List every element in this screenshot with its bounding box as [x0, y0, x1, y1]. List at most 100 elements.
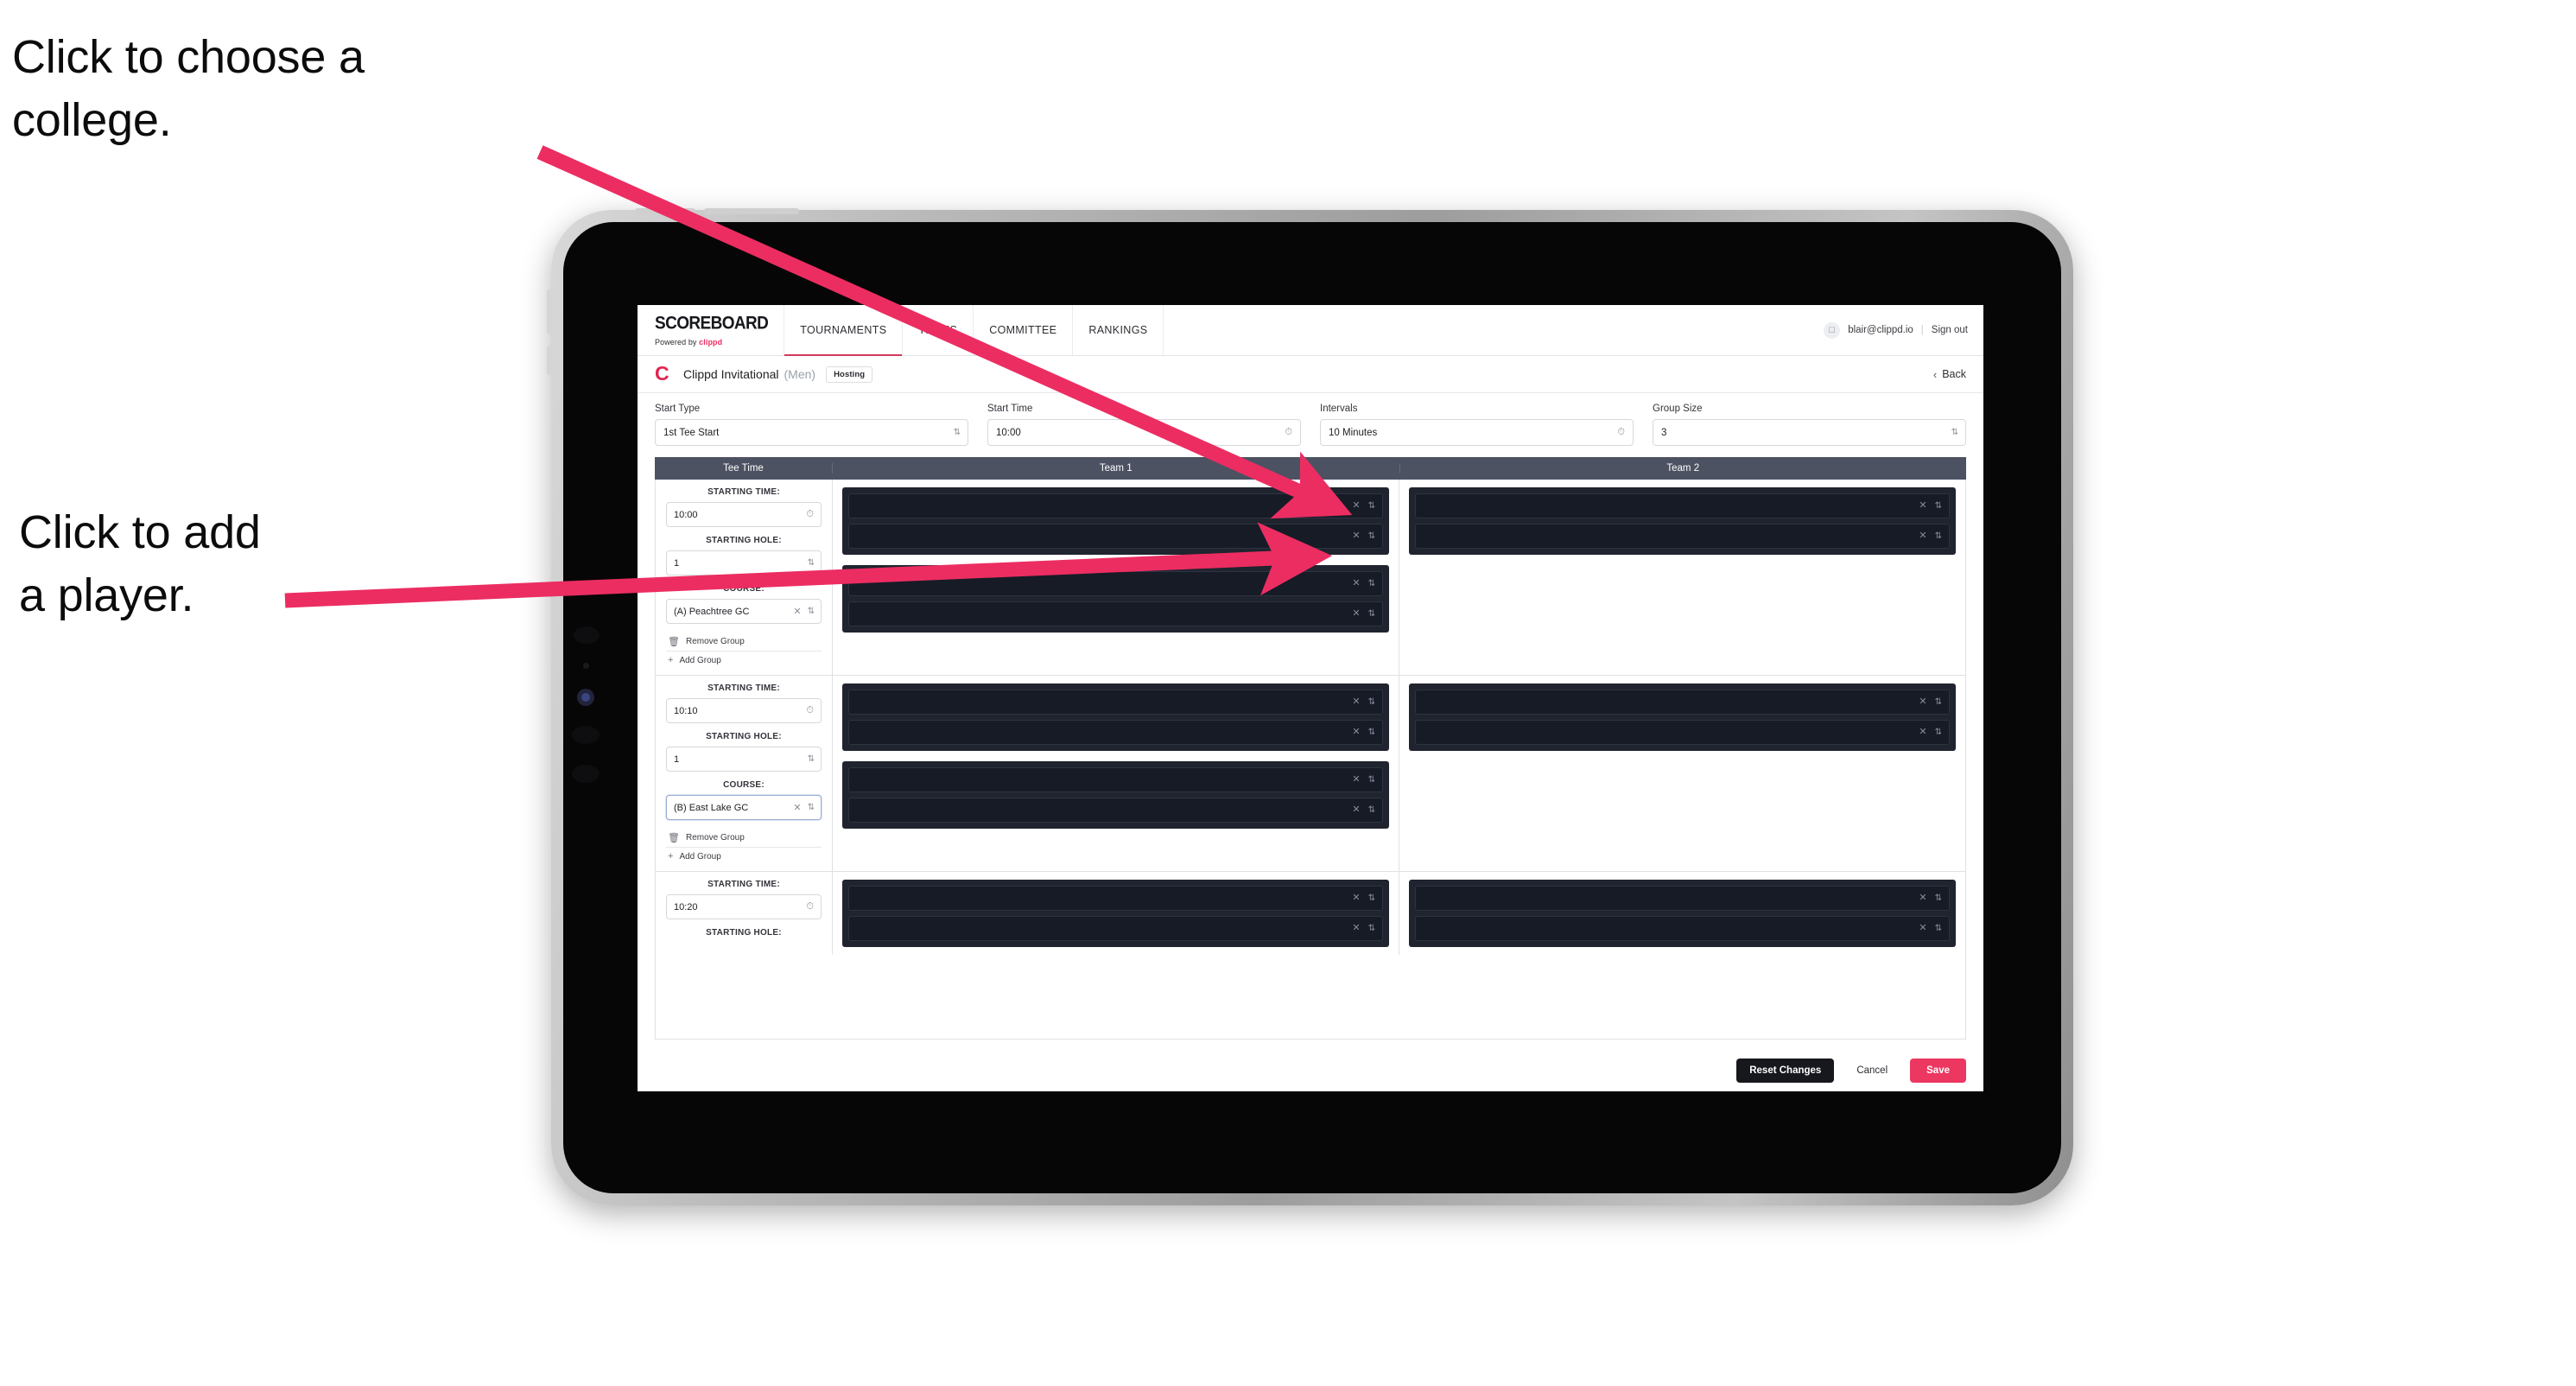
tee-time-cell: STARTING TIME: 10:00 ⏱ STARTING HOLE: 1 …: [656, 480, 833, 675]
group-size-value: 3: [1661, 427, 1667, 438]
stepper-icon[interactable]: ⇅: [1368, 924, 1375, 933]
back-button[interactable]: ‹ Back: [1933, 368, 1966, 381]
stepper-icon[interactable]: ⇅: [1368, 501, 1375, 511]
stepper-icon[interactable]: ⇅: [1935, 697, 1942, 707]
player-slot[interactable]: ✕ ⇅: [848, 524, 1383, 549]
player-slot[interactable]: ✕ ⇅: [848, 798, 1383, 823]
clear-x-icon[interactable]: ✕: [1919, 697, 1926, 707]
stepper-icon[interactable]: ⇅: [1368, 609, 1375, 619]
clear-x-icon[interactable]: ✕: [793, 802, 801, 813]
starting-time-input[interactable]: 10:00 ⏱: [666, 502, 822, 527]
start-type-select[interactable]: 1st Tee Start ⇅: [655, 419, 968, 446]
stepper-icon[interactable]: ⇅: [1368, 697, 1375, 707]
stepper-icon[interactable]: ⇅: [1368, 531, 1375, 541]
stepper-icon[interactable]: ⇅: [1951, 428, 1958, 437]
remove-group-button[interactable]: 🗑 Remove Group: [666, 829, 822, 848]
stepper-icon[interactable]: ⇅: [1935, 501, 1942, 511]
clock-icon[interactable]: ⏱: [806, 902, 814, 912]
brand-logo[interactable]: SCOREBOARD Powered by clippd: [638, 305, 785, 355]
player-slot[interactable]: ✕ ⇅: [1415, 886, 1950, 911]
clock-icon[interactable]: ⏱: [806, 706, 814, 715]
clear-x-icon[interactable]: ✕: [1919, 924, 1926, 933]
stepper-icon[interactable]: ⇅: [808, 558, 815, 568]
group-size-select[interactable]: 3 ⇅: [1653, 419, 1966, 446]
cancel-button[interactable]: Cancel: [1848, 1059, 1896, 1083]
clear-x-icon[interactable]: ✕: [793, 606, 801, 617]
tablet-volume-up-button: [547, 289, 553, 334]
nav-tab-teams[interactable]: TEAMS: [903, 305, 974, 355]
player-slot[interactable]: ✕ ⇅: [1415, 690, 1950, 715]
clear-x-icon[interactable]: ✕: [1352, 805, 1360, 815]
add-group-label: Add Group: [679, 851, 721, 861]
clear-x-icon[interactable]: ✕: [1352, 501, 1360, 511]
player-slot[interactable]: ✕ ⇅: [848, 571, 1383, 596]
starting-time-input[interactable]: 10:20 ⏱: [666, 894, 822, 919]
clear-x-icon[interactable]: ✕: [1352, 697, 1360, 707]
clock-icon[interactable]: ⏱: [1285, 428, 1292, 437]
clear-x-icon[interactable]: ✕: [1352, 579, 1360, 588]
stepper-icon[interactable]: ⇅: [1368, 893, 1375, 903]
stepper-icon[interactable]: ⇅: [954, 428, 961, 437]
annotation-choose-college: Click to choose a college.: [12, 31, 365, 146]
starting-time-value: 10:00: [674, 509, 698, 520]
nav-tab-committee[interactable]: COMMITTEE: [974, 305, 1074, 355]
clear-x-icon[interactable]: ✕: [1919, 728, 1926, 737]
player-slot[interactable]: ✕ ⇅: [848, 493, 1383, 518]
field-intervals: Intervals 10 Minutes ⏱: [1320, 404, 1634, 446]
clear-x-icon[interactable]: ✕: [1352, 893, 1360, 903]
stepper-icon[interactable]: ⇅: [1935, 728, 1942, 737]
user-avatar-icon[interactable]: ☐: [1824, 321, 1841, 339]
clock-icon[interactable]: ⏱: [806, 510, 814, 519]
stepper-icon[interactable]: ⇅: [1935, 924, 1942, 933]
player-slot[interactable]: ✕ ⇅: [848, 886, 1383, 911]
clear-x-icon[interactable]: ✕: [1352, 728, 1360, 737]
tee-time-cell: STARTING TIME: 10:10 ⏱ STARTING HOLE: 1 …: [656, 676, 833, 871]
clear-x-icon[interactable]: ✕: [1919, 501, 1926, 511]
clear-x-icon[interactable]: ✕: [1352, 924, 1360, 933]
stepper-icon[interactable]: ⇅: [808, 754, 815, 764]
clock-icon[interactable]: ⏱: [1617, 428, 1625, 437]
nav-tab-rankings[interactable]: RANKINGS: [1073, 305, 1164, 355]
tee-times-table-body[interactable]: STARTING TIME: 10:00 ⏱ STARTING HOLE: 1 …: [655, 480, 1966, 1040]
player-slot[interactable]: ✕ ⇅: [848, 767, 1383, 792]
stepper-icon[interactable]: ⇅: [1368, 579, 1375, 588]
stepper-icon[interactable]: ⇅: [808, 803, 815, 812]
player-slot[interactable]: ✕ ⇅: [848, 690, 1383, 715]
clippd-wordmark: clippd: [699, 337, 723, 346]
player-slot[interactable]: ✕ ⇅: [848, 916, 1383, 941]
remove-group-button[interactable]: 🗑 Remove Group: [666, 633, 822, 652]
stepper-icon[interactable]: ⇅: [1935, 893, 1942, 903]
stepper-icon[interactable]: ⇅: [808, 607, 815, 616]
team-2-cell: ✕ ⇅ ✕ ⇅: [1399, 480, 1965, 675]
starting-time-label: STARTING TIME:: [707, 683, 780, 693]
start-time-input[interactable]: 10:00 ⏱: [987, 419, 1301, 446]
clear-x-icon[interactable]: ✕: [1352, 775, 1360, 785]
group-size-label: Group Size: [1653, 404, 1703, 414]
player-slot[interactable]: ✕ ⇅: [848, 601, 1383, 626]
stepper-icon[interactable]: ⇅: [1368, 775, 1375, 785]
starting-time-input[interactable]: 10:10 ⏱: [666, 698, 822, 723]
reset-changes-button[interactable]: Reset Changes: [1736, 1058, 1835, 1083]
starting-hole-input[interactable]: 1 ⇅: [666, 747, 822, 772]
stepper-icon[interactable]: ⇅: [1935, 531, 1942, 541]
clear-x-icon[interactable]: ✕: [1919, 531, 1926, 541]
player-slot[interactable]: ✕ ⇅: [1415, 493, 1950, 518]
course-select[interactable]: (B) East Lake GC ✕ ⇅: [666, 795, 822, 820]
intervals-input[interactable]: 10 Minutes ⏱: [1320, 419, 1634, 446]
sign-out-link[interactable]: Sign out: [1932, 325, 1968, 335]
clear-x-icon[interactable]: ✕: [1919, 893, 1926, 903]
add-group-button[interactable]: + Add Group: [666, 848, 822, 865]
starting-hole-input[interactable]: 1 ⇅: [666, 550, 822, 575]
player-slot[interactable]: ✕ ⇅: [1415, 720, 1950, 745]
nav-tab-tournaments[interactable]: TOURNAMENTS: [784, 305, 904, 356]
clear-x-icon[interactable]: ✕: [1352, 609, 1360, 619]
add-group-button[interactable]: + Add Group: [666, 652, 822, 669]
player-slot[interactable]: ✕ ⇅: [1415, 916, 1950, 941]
save-button[interactable]: Save: [1910, 1058, 1966, 1083]
clear-x-icon[interactable]: ✕: [1352, 531, 1360, 541]
stepper-icon[interactable]: ⇅: [1368, 805, 1375, 815]
player-slot[interactable]: ✕ ⇅: [848, 720, 1383, 745]
stepper-icon[interactable]: ⇅: [1368, 728, 1375, 737]
course-select[interactable]: (A) Peachtree GC ✕ ⇅: [666, 599, 822, 624]
player-slot[interactable]: ✕ ⇅: [1415, 524, 1950, 549]
